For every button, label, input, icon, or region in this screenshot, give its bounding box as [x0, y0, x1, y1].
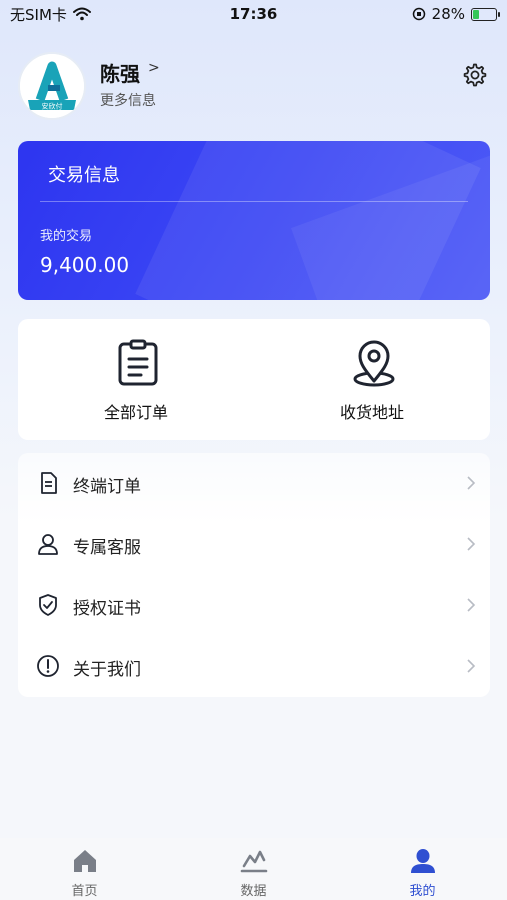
wifi-icon	[72, 7, 91, 21]
avatar-text: 安欣付	[42, 102, 63, 111]
gear-icon[interactable]	[462, 62, 488, 88]
tab-label: 我的	[409, 884, 436, 899]
brand-logo-icon: 安欣付	[20, 54, 84, 118]
profile-arrow[interactable]: >	[148, 60, 160, 76]
battery-icon	[471, 7, 500, 21]
tab-label: 首页	[71, 884, 98, 899]
battery-fill	[473, 9, 479, 19]
tab-data[interactable]: 数据	[169, 838, 338, 900]
user-icon	[411, 849, 435, 873]
trade-info-card[interactable]: 交易信息 我的交易 9,400.00	[18, 141, 490, 300]
clipboard-icon	[118, 339, 158, 386]
chevron-right-icon	[467, 659, 476, 673]
tab-label: 数据	[240, 884, 267, 899]
avatar[interactable]: 安欣付	[18, 52, 86, 120]
menu-item-customer-service[interactable]: 专属客服	[18, 514, 490, 575]
status-left: 无SIM卡	[10, 4, 91, 25]
menu-item-terminal-orders[interactable]: 终端订单	[18, 453, 490, 514]
trade-card-divider	[40, 201, 468, 202]
tab-home[interactable]: 首页	[0, 838, 169, 900]
menu-item-label: 授权证书	[73, 599, 141, 619]
more-info-link[interactable]: 更多信息	[100, 90, 156, 110]
all-orders-button[interactable]: 全部订单	[18, 319, 254, 440]
shield-check-icon	[39, 594, 57, 616]
document-icon	[41, 472, 57, 494]
menu-list: 终端订单 专属客服 授权证书 关于我们	[18, 453, 490, 697]
menu-item-label: 关于我们	[73, 660, 141, 680]
shipping-address-button[interactable]: 收货地址	[254, 319, 490, 440]
user-name[interactable]: 陈强	[100, 58, 140, 87]
status-bar: 无SIM卡 17:36 28%	[0, 0, 507, 28]
bottom-tab-bar: 首页 数据 我的	[0, 838, 507, 900]
chevron-right-icon	[467, 537, 476, 551]
menu-item-authorization-certificate[interactable]: 授权证书	[18, 575, 490, 636]
all-orders-label: 全部订单	[103, 403, 168, 422]
location-pin-icon	[353, 340, 395, 387]
status-right: 28%	[412, 5, 500, 23]
home-icon	[74, 850, 96, 872]
menu-item-about-us[interactable]: 关于我们	[18, 636, 490, 697]
shipping-address-label: 收货地址	[339, 403, 404, 422]
orientation-lock-icon	[412, 7, 425, 21]
tab-mine[interactable]: 我的	[338, 838, 507, 900]
chevron-right-icon	[467, 476, 476, 490]
trade-amount-value: 9,400.00	[40, 253, 130, 277]
info-icon	[37, 655, 59, 677]
chevron-right-icon	[467, 598, 476, 612]
menu-item-label: 专属客服	[73, 538, 141, 558]
carrier-label: 无SIM卡	[10, 5, 67, 24]
chart-icon	[240, 850, 268, 873]
profile-header: 安欣付 陈强 > 更多信息	[18, 52, 488, 122]
trade-amount-label: 我的交易	[40, 229, 93, 244]
quick-actions-card: 全部订单 收货地址	[18, 319, 490, 440]
trade-card-title: 交易信息	[48, 165, 120, 186]
menu-item-label: 终端订单	[73, 477, 141, 497]
battery-percent: 28%	[431, 5, 465, 23]
customer-service-icon	[38, 534, 58, 555]
